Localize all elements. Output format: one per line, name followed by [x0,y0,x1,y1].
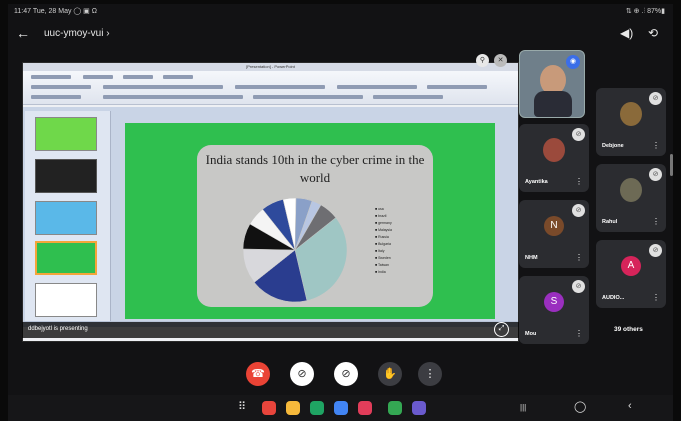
chart-legend: ■ usa ■ brazil ■ germany ■ Malaysia ■ Russia… [375,207,429,277]
participant-tile[interactable]: N ⊘ NHM ⋮ [519,200,589,268]
participant-avatar: A [621,255,641,276]
fullscreen-icon[interactable]: ⤢ [494,322,509,337]
powerpoint-workspace: India stands 10th in the cyber crime in … [23,107,518,327]
participant-photo [543,137,565,162]
participant-tile[interactable]: ⊘ Ayantika ⋮ [519,124,589,192]
legend-entry: ■ usa [375,207,384,211]
legend-entry: ■ Russia [375,235,389,239]
participant-photo [620,101,642,126]
pie-chart [242,197,348,303]
scrollbar[interactable] [670,154,673,176]
presenter-caption: ddbejyotl is presenting [22,322,519,338]
participant-tile[interactable]: ⊘ Rahul ⋮ [596,164,666,232]
slide-thumbnails[interactable] [25,111,111,325]
legend-entry: ■ Taiwan [375,263,389,267]
legend-entry: ■ India [375,270,386,274]
app-shortcut-icon[interactable] [334,401,348,415]
participant-name: Ayantika [525,179,548,185]
app-shortcut-icon[interactable] [286,401,300,415]
app-frame: 11:47 Tue, 28 May ◯ ▣ Ω ⇅ ⊕ .⫶ 87%▮ ← uu… [8,4,673,421]
status-bar: 11:47 Tue, 28 May ◯ ▣ Ω ⇅ ⊕ .⫶ 87%▮ [8,4,673,18]
mic-off-icon: ⊘ [572,280,585,293]
meeting-header: ← uuc-ymoy-vui › ◀) ⟲ [8,20,673,48]
legend-entry: ■ Bulgaria [375,242,391,246]
mic-off-icon: ⊘ [572,128,585,141]
more-options-icon[interactable]: ⋮ [575,329,583,338]
home-icon[interactable]: ◯ [574,400,586,413]
participant-tile[interactable]: ⊘ Debjone ⋮ [596,88,666,156]
slide-canvas: India stands 10th in the cyber crime in … [125,123,495,319]
slide-card: India stands 10th in the cyber crime in … [197,145,433,307]
back-arrow-icon[interactable]: ← [16,25,30,41]
powerpoint-title-bar: [Presentation] - PowerPoint [23,63,518,71]
legend-entry: ■ Malaysia [375,228,392,232]
mic-off-icon: ⊘ [572,204,585,217]
more-options-icon[interactable]: ⋮ [652,217,660,226]
self-mic-icon[interactable]: ◉ [566,55,580,69]
mic-off-icon: ⊘ [649,92,662,105]
participant-name: AUDIO... [602,295,625,301]
self-view-tile[interactable]: ◉ [519,50,585,118]
participant-name: Rahul [602,219,618,225]
chevron-right-icon: › [106,28,110,39]
mic-off-icon: ⊘ [649,244,662,257]
app-shortcut-icon[interactable] [388,401,402,415]
legend-entry: ■ Sweden [375,256,391,260]
meeting-code[interactable]: uuc-ymoy-vui › [44,28,110,39]
participant-tile[interactable]: S ⊘ Mou ⋮ [519,276,589,344]
legend-entry: ■ brazil [375,214,387,218]
legend-entry: ■ Italy [375,249,385,253]
app-shortcut-icon[interactable] [310,401,324,415]
slide-thumbnail[interactable] [35,117,97,151]
participant-avatar: N [544,215,564,236]
more-options-icon[interactable]: ⋮ [575,177,583,186]
pin-icon[interactable]: ⚲ [476,54,489,67]
self-body [534,91,572,117]
participant-photo [620,177,642,202]
participant-name: Mou [525,331,537,337]
participant-name: NHM [525,255,538,261]
mute-indicator-icon: ✕ [494,54,507,67]
legend-entry: ■ germany [375,221,392,225]
participant-avatar: S [544,291,564,312]
meeting-code-text: uuc-ymoy-vui [44,28,104,39]
recents-icon[interactable]: ||| [520,403,526,412]
participant-tile[interactable]: A ⊘ AUDIO... ⋮ [596,240,666,308]
nav-back-icon[interactable]: ‹ [628,400,632,412]
speaker-icon[interactable]: ◀) [620,26,633,40]
slide-title: India stands 10th in the cyber crime in … [205,152,425,185]
app-shortcut-icon[interactable] [262,401,276,415]
shared-screen[interactable]: [Presentation] - PowerPoint India stands… [22,62,519,342]
mic-toggle-icon[interactable]: ⊘ [334,362,358,386]
mic-off-icon: ⊘ [649,168,662,181]
apps-grid-icon[interactable]: ⠿ [238,400,246,413]
app-shortcut-icon[interactable] [358,401,372,415]
more-options-icon[interactable]: ⋮ [652,141,660,150]
slide-thumbnail[interactable] [35,159,97,193]
status-left: 11:47 Tue, 28 May ◯ ▣ Ω [14,8,97,15]
others-count[interactable]: 39 others [614,326,643,333]
camera-switch-icon[interactable]: ⟲ [648,26,658,40]
more-options-icon[interactable]: ⋮ [418,362,442,386]
participant-name: Debjone [602,143,624,149]
system-nav-bar: ⠿ ||| ◯ ‹ [8,395,673,421]
raise-hand-icon[interactable]: ✋ [378,362,402,386]
app-shortcut-icon[interactable] [412,401,426,415]
slide-thumbnail-active[interactable] [35,241,97,275]
slide-thumbnail[interactable] [35,201,97,235]
more-options-icon[interactable]: ⋮ [575,253,583,262]
end-call-icon[interactable]: ☎ [246,362,270,386]
status-right: ⇅ ⊕ .⫶ 87%▮ [625,8,665,15]
slide-thumbnail[interactable] [35,283,97,317]
more-options-icon[interactable]: ⋮ [652,293,660,302]
powerpoint-ribbon [23,71,518,105]
video-off-icon[interactable]: ⊘ [290,362,314,386]
